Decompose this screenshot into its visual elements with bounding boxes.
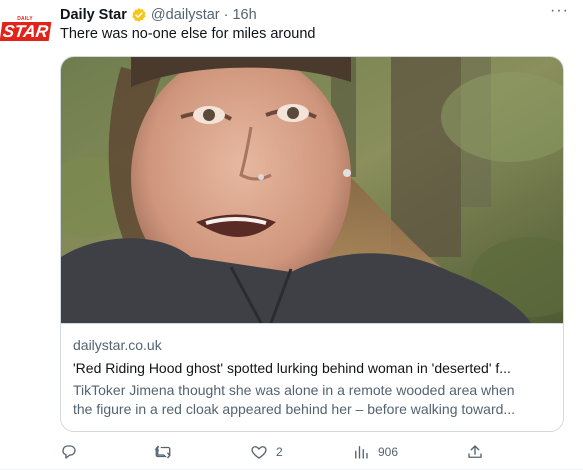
like-button[interactable]: 2 (250, 440, 283, 464)
retweet-icon (154, 445, 171, 459)
tweet-header: Daily Star @dailystar · 16h (60, 5, 571, 25)
card-info[interactable]: dailystar.co.uk 'Red Riding Hood ghost' … (73, 337, 553, 419)
more-options-icon[interactable]: ··· (550, 2, 569, 20)
card-description-line-1: TikToker Jimena thought she was alone in… (73, 382, 515, 398)
card-domain: dailystar.co.uk (73, 337, 162, 353)
avatar-logo-big: STAR (0, 22, 51, 41)
card-description-line-2: the figure in a red cloak appeared behin… (73, 401, 516, 417)
card-photo (61, 57, 563, 323)
share-button[interactable] (466, 440, 484, 464)
views-button[interactable]: 906 (352, 440, 398, 464)
avatar[interactable]: DAILY STAR (0, 12, 51, 46)
separator-dot: · (223, 7, 229, 23)
timestamp[interactable]: 16h (232, 7, 256, 23)
tweet[interactable]: DAILY STAR Daily Star @dailystar · 16h ·… (0, 0, 583, 470)
verified-badge-icon (132, 8, 146, 22)
link-card[interactable]: dailystar.co.uk 'Red Riding Hood ghost' … (60, 56, 564, 432)
author-handle[interactable]: @dailystar (151, 7, 220, 23)
reply-icon (62, 445, 76, 459)
card-image[interactable] (61, 57, 563, 324)
like-count: 2 (276, 445, 283, 459)
retweet-button[interactable] (154, 440, 172, 464)
card-title: 'Red Riding Hood ghost' spotted lurking … (73, 360, 511, 376)
share-icon (468, 445, 482, 458)
author-name[interactable]: Daily Star (60, 7, 127, 23)
heart-icon (251, 446, 267, 459)
tweet-text: There was no-one else for miles around (60, 26, 316, 42)
action-bar: 2 906 (60, 440, 540, 464)
views-icon (355, 446, 368, 459)
card-description: TikToker Jimena thought she was alone in… (73, 381, 553, 419)
reply-button[interactable] (60, 440, 78, 464)
views-count: 906 (378, 445, 399, 459)
